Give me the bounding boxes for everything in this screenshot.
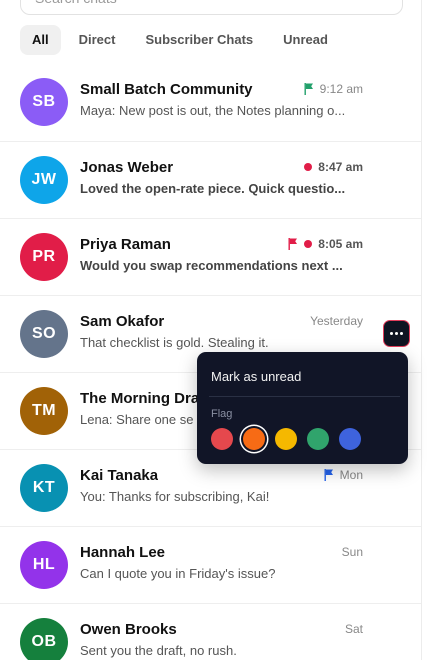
chat-timestamp: 8:47 am <box>318 160 363 174</box>
flag-section-label: Flag <box>211 408 233 420</box>
tab-all[interactable]: All <box>20 25 61 55</box>
chat-meta: Yesterday <box>310 314 363 328</box>
chat-meta: 8:05 am <box>288 237 363 251</box>
chat-preview: You: Thanks for subscribing, Kai! <box>80 489 270 504</box>
chat-meta: Mon <box>324 468 363 482</box>
avatar: KT <box>20 464 68 512</box>
more-horizontal-icon <box>390 332 393 335</box>
chat-name: Hannah Lee <box>80 544 166 561</box>
chat-name: Jonas Weber <box>80 159 174 176</box>
chat-row[interactable]: OB Owen Brooks Sent you the draft, no rush… <box>0 603 421 660</box>
chat-preview: That checklist is gold. Stealing it. <box>80 335 269 350</box>
flag-swatches <box>211 428 361 450</box>
avatar: OB <box>20 618 68 660</box>
avatar: JW <box>20 156 68 204</box>
flag-icon <box>304 83 314 95</box>
chat-name: Small Batch Community <box>80 81 253 98</box>
unread-dot <box>304 163 313 171</box>
tab-unread[interactable]: Unread <box>271 25 340 55</box>
avatar: SB <box>20 78 68 126</box>
flag-icon <box>324 469 334 481</box>
flag-swatch-orange[interactable] <box>243 428 265 450</box>
chat-row[interactable]: JW Jonas Weber Loved the open-rate piece. … <box>0 141 421 218</box>
flag-swatch-green[interactable] <box>307 428 329 450</box>
flag-swatch-yellow[interactable] <box>275 428 297 450</box>
chat-row[interactable]: HL Hannah Lee Can I quote you in Friday's … <box>0 526 421 603</box>
chat-meta: 9:12 am <box>304 82 363 96</box>
chat-preview: Loved the open-rate piece. Quick questio… <box>80 181 346 196</box>
menu-divider <box>209 396 400 397</box>
filter-tabs: All Direct Subscriber Chats Unread <box>20 25 340 55</box>
chat-name: Priya Raman <box>80 236 171 253</box>
chat-timestamp: Mon <box>339 468 363 482</box>
chat-timestamp: Sun <box>341 545 363 559</box>
flag-icon <box>288 238 298 250</box>
chat-name: Sam Okafor <box>80 313 165 330</box>
chat-row[interactable]: SB Small Batch Community Maya: New post is… <box>0 64 421 141</box>
flag-swatch-red[interactable] <box>211 428 233 450</box>
chat-timestamp: 9:12 am <box>319 82 363 96</box>
chat-name: The Morning Draft <box>80 390 210 407</box>
chat-row[interactable]: PR Priya Raman Would you swap recommendati… <box>0 218 421 295</box>
chat-meta: Sat <box>345 622 363 636</box>
avatar: PR <box>20 233 68 281</box>
chat-preview: Maya: New post is out, the Notes plannin… <box>80 103 346 118</box>
mark-as-unread-item[interactable]: Mark as unread <box>211 369 301 384</box>
more-horizontal-icon-dot <box>395 332 398 335</box>
chat-list-panel: Search chats AllDirectSubscriber ChatsUn… <box>0 0 422 660</box>
chat-timestamp: Sat <box>344 622 363 636</box>
avatar: TM <box>20 387 68 435</box>
chat-meta: 8:47 am <box>304 160 363 174</box>
chat-meta: Sun <box>342 545 363 559</box>
chat-preview: Sent you the draft, no rush. <box>80 643 237 658</box>
more-horizontal-icon-dot <box>400 332 403 335</box>
unread-dot <box>304 240 313 248</box>
chat-timestamp: 8:05 am <box>318 237 363 251</box>
search-input[interactable]: Search chats <box>20 0 403 15</box>
avatar: SO <box>20 310 68 358</box>
avatar: HL <box>20 541 68 589</box>
tab-direct[interactable]: Direct <box>67 25 128 55</box>
flag-swatch-blue[interactable] <box>339 428 361 450</box>
chat-preview: Would you swap recommendations next ... <box>80 258 343 273</box>
tab-subscriber-chats[interactable]: Subscriber Chats <box>133 25 265 55</box>
chat-name: Owen Brooks <box>80 621 177 638</box>
chat-timestamp: Yesterday <box>310 314 363 328</box>
chat-context-menu: Mark as unread Flag <box>197 352 408 464</box>
chat-preview: Can I quote you in Friday's issue? <box>80 566 276 581</box>
more-options-button[interactable] <box>383 320 410 347</box>
chat-name: Kai Tanaka <box>80 467 159 484</box>
